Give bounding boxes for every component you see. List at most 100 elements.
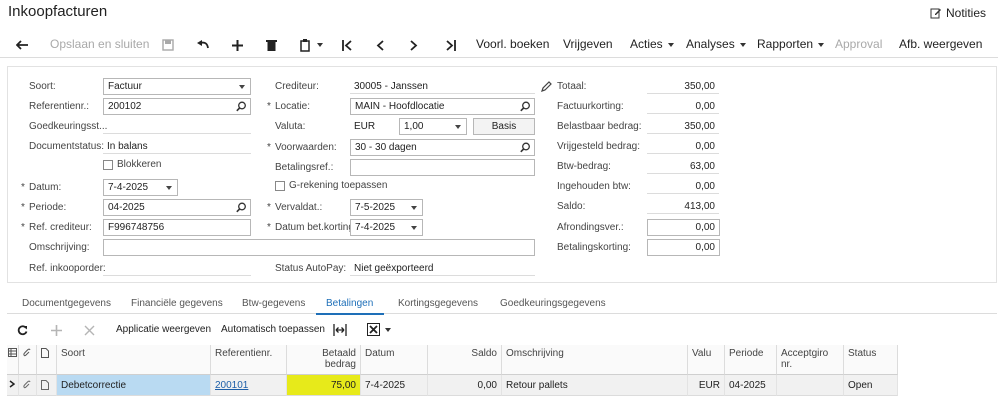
exempt-value: 0,00 [695, 141, 715, 152]
note-header-icon [37, 345, 57, 375]
payref-field[interactable] [350, 159, 535, 176]
auto-apply-button[interactable]: Automatisch toepassen [221, 324, 325, 335]
col-header-balance[interactable]: Saldo [428, 345, 502, 375]
date-field[interactable]: 7-4-2025 [103, 179, 178, 196]
preview-button[interactable]: Voorl. boeken [476, 37, 549, 51]
previous-record-icon[interactable] [372, 37, 388, 53]
cell-acceptgiro [777, 375, 844, 396]
save-icon[interactable] [160, 37, 176, 53]
po-ref-label: Ref. inkooporder: [29, 263, 106, 274]
rate-select[interactable]: 1,00 [399, 118, 467, 135]
delete-icon[interactable] [263, 37, 279, 53]
cell-period: 04-2025 [725, 375, 777, 396]
first-record-icon[interactable] [339, 37, 355, 53]
hold-checkbox[interactable] [103, 160, 113, 170]
actions-label: Acties [630, 37, 663, 51]
col-header-period[interactable]: Periode [725, 345, 777, 375]
next-record-icon[interactable] [406, 37, 422, 53]
grid-settings-icon[interactable] [7, 345, 19, 375]
withheld-label: Ingehouden btw: [557, 181, 631, 192]
grek-checkbox[interactable] [275, 181, 285, 191]
save-close-button[interactable]: Opslaan en sluiten [50, 37, 149, 51]
cell-soort[interactable]: Debetcorrectie [57, 375, 211, 396]
col-header-currency[interactable]: Valu [688, 345, 725, 375]
autopay-underline [350, 275, 535, 276]
description-field[interactable] [103, 239, 535, 256]
type-select[interactable]: Factuur [103, 78, 251, 95]
tab-financial-details[interactable]: Financiële gegevens [131, 298, 223, 309]
cash-discount-date-field[interactable]: 7-4-2025 [350, 219, 423, 236]
approval-button[interactable]: Approval [835, 37, 882, 51]
search-icon[interactable] [236, 202, 247, 213]
analyses-label: Analyses [686, 37, 735, 51]
paperclip-icon[interactable] [19, 375, 37, 396]
location-field[interactable]: MAIN - Hoofdlocatie [350, 98, 535, 115]
hold-label: Blokkeren [117, 159, 162, 170]
analyses-menu[interactable]: Analyses [686, 37, 746, 51]
search-icon[interactable] [520, 142, 531, 153]
payment-discount-field[interactable]: 0,00 [647, 239, 720, 256]
type-label: Soort: [29, 81, 56, 92]
tab-discount-details[interactable]: Kortingsgegevens [398, 298, 478, 309]
add-row-icon[interactable] [51, 325, 62, 336]
period-value: 04-2025 [108, 202, 145, 213]
vendor-ref-field[interactable]: F996748756 [103, 219, 251, 236]
delete-row-icon[interactable] [84, 325, 95, 336]
currency-label: Valuta: [275, 121, 306, 132]
basis-button[interactable]: Basis [473, 118, 535, 135]
col-header-status[interactable]: Status [844, 345, 898, 375]
ref-field[interactable]: 200102 [103, 98, 251, 115]
notes-button[interactable]: Notities [930, 6, 986, 20]
last-record-icon[interactable] [442, 37, 458, 53]
col-header-ref[interactable]: Referentienr. [211, 345, 287, 375]
cell-amount[interactable]: 75,00 [287, 375, 361, 396]
chevron-down-icon [455, 125, 461, 129]
back-arrow-icon[interactable] [14, 37, 30, 53]
vendor-ref-label: Ref. crediteur: [21, 222, 92, 233]
cell-status: Open [844, 375, 898, 396]
col-header-amount[interactable]: Betaald bedrag [287, 345, 361, 375]
grid-toolbar: Applicatie weergeven Automatisch toepass… [0, 318, 998, 342]
print-button[interactable]: Afb. weergeven [899, 37, 982, 51]
search-icon[interactable] [236, 101, 247, 112]
note-icon[interactable] [37, 375, 57, 396]
docstatus-label: Documentstatus: [29, 141, 105, 152]
taxable-value: 350,00 [684, 121, 715, 132]
export-excel-menu[interactable] [367, 323, 391, 336]
period-field[interactable]: 04-2025 [103, 199, 251, 216]
undo-icon[interactable] [195, 37, 211, 53]
actions-menu[interactable]: Acties [630, 37, 674, 51]
reports-menu[interactable]: Rapporten [757, 37, 825, 51]
cell-balance: 0,00 [428, 375, 502, 396]
row-selector-icon[interactable] [7, 375, 19, 396]
currency-value: EUR [354, 121, 376, 132]
tab-approval-details[interactable]: Goedkeuringsgegevens [500, 298, 606, 309]
apply-show-button[interactable]: Applicatie weergeven [116, 324, 211, 335]
col-header-desc[interactable]: Omschrijving [502, 345, 688, 375]
col-header-acceptgiro[interactable]: Acceptgiro nr. [777, 345, 844, 375]
release-button[interactable]: Vrijgeven [563, 37, 613, 51]
po-ref-value [103, 275, 251, 276]
payref-label: Betalingsref.: [275, 162, 334, 173]
col-header-date[interactable]: Datum [361, 345, 428, 375]
tab-document-details[interactable]: Documentgegevens [22, 298, 111, 309]
terms-field[interactable]: 30 - 30 dagen [350, 139, 535, 156]
vendor-underline [350, 93, 535, 94]
tab-vat-details[interactable]: Btw-gegevens [242, 298, 305, 309]
search-icon[interactable] [520, 101, 531, 112]
col-header-soort[interactable]: Soort [57, 345, 211, 375]
cell-ref-link[interactable]: 200101 [211, 375, 287, 396]
chevron-down-icon [385, 327, 391, 332]
chevron-down-icon [667, 42, 674, 47]
due-date-field[interactable]: 7-5-2025 [350, 199, 423, 216]
rounding-field[interactable]: 0,00 [647, 219, 720, 236]
fit-columns-icon[interactable] [333, 324, 347, 336]
balance-underline [647, 213, 719, 214]
tab-payments[interactable]: Betalingen [326, 298, 373, 309]
location-value: MAIN - Hoofdlocatie [355, 101, 445, 112]
copy-paste-icon[interactable] [298, 37, 324, 53]
refresh-icon[interactable] [17, 325, 28, 336]
terms-value: 30 - 30 dagen [355, 142, 417, 153]
add-icon[interactable] [229, 37, 245, 53]
edit-pencil-icon[interactable] [541, 81, 552, 92]
